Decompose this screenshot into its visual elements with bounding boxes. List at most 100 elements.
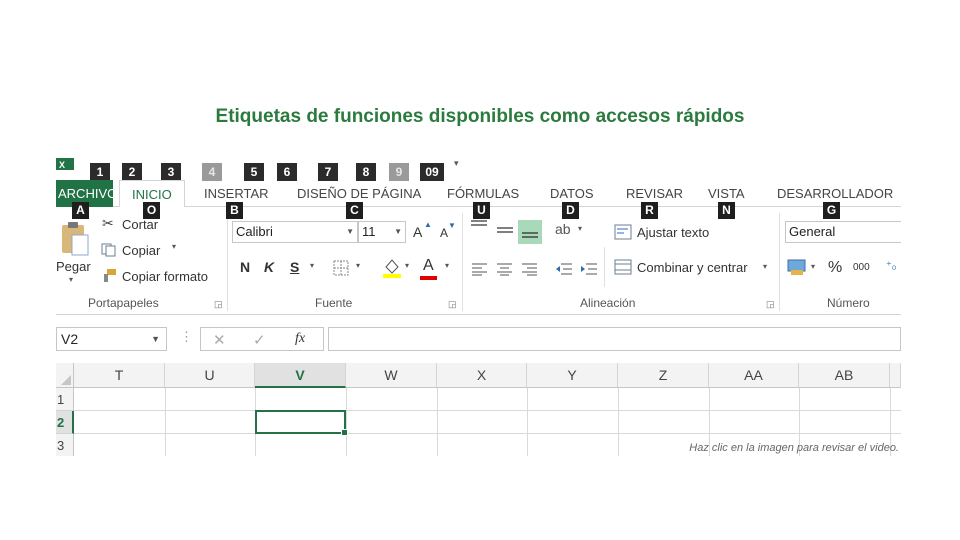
borders-dropdown-icon[interactable]: ▾: [356, 261, 360, 270]
column-header-x[interactable]: X: [437, 363, 527, 388]
qat-tag-3[interactable]: 3: [161, 163, 181, 181]
group-divider: [604, 247, 605, 287]
font-color-dropdown-icon[interactable]: ▾: [445, 261, 449, 270]
select-all-triangle-icon: [61, 375, 71, 385]
qat-tag-6[interactable]: 6: [277, 163, 297, 181]
font-size-select[interactable]: 11 ▼: [358, 221, 406, 243]
font-launcher-icon[interactable]: ◲: [448, 299, 457, 310]
chevron-down-icon: ▼: [151, 334, 160, 344]
font-color-button[interactable]: A: [423, 257, 434, 275]
italic-button[interactable]: K: [264, 259, 274, 275]
cancel-icon[interactable]: ✕: [213, 331, 226, 349]
excel-screenshot[interactable]: X 1 2 3 4 5 6 7 8 9 09 ▾ ARCHIVO INICIO …: [56, 156, 901, 456]
group-divider: [779, 213, 780, 311]
ribbon-inicio: Pegar ▾ ✂ Cortar Copiar ▾ Copiar formato…: [56, 207, 901, 315]
borders-icon[interactable]: [333, 260, 349, 276]
format-painter-icon[interactable]: [101, 268, 117, 283]
font-name-select[interactable]: Calibri ▼: [232, 221, 358, 243]
qat-tag-7[interactable]: 7: [318, 163, 338, 181]
merge-center-icon[interactable]: [614, 259, 632, 275]
qat-tag-2[interactable]: 2: [122, 163, 142, 181]
clipboard-group-label: Portapapeles: [88, 296, 159, 310]
fill-color-dropdown-icon[interactable]: ▾: [405, 261, 409, 270]
keytip-archivo: A: [72, 202, 89, 219]
gridline: [74, 410, 901, 411]
font-size-value: 11: [362, 224, 376, 239]
qat-tag-4[interactable]: 4: [202, 163, 222, 181]
qat-tag-5[interactable]: 5: [244, 163, 264, 181]
more-options-icon[interactable]: ⋮: [180, 329, 193, 345]
grow-arrow-icon: ▲: [424, 220, 432, 229]
orientation-icon[interactable]: ab: [555, 221, 571, 237]
column-header-z[interactable]: Z: [618, 363, 709, 388]
qat-tag-9[interactable]: 9: [389, 163, 409, 181]
fill-color-icon[interactable]: [382, 257, 402, 279]
clipboard-launcher-icon[interactable]: ◲: [214, 299, 223, 310]
align-left-icon[interactable]: [471, 262, 488, 276]
align-right-icon[interactable]: [521, 262, 538, 276]
merge-center-button[interactable]: Combinar y centrar: [637, 260, 748, 275]
column-header-v[interactable]: V: [255, 363, 346, 388]
column-header-ac[interactable]: [890, 363, 901, 388]
merge-dropdown-icon[interactable]: ▾: [763, 262, 767, 271]
column-header-t[interactable]: T: [74, 363, 165, 388]
insert-function-button[interactable]: fx: [295, 331, 305, 347]
currency-icon[interactable]: [787, 258, 807, 276]
name-box[interactable]: V2 ▼: [56, 327, 167, 351]
column-header-u[interactable]: U: [165, 363, 255, 388]
number-group-label: Número: [827, 296, 870, 310]
number-format-select[interactable]: General: [785, 221, 901, 243]
bold-button[interactable]: N: [240, 259, 250, 275]
gridline: [74, 433, 901, 434]
format-painter-button[interactable]: Copiar formato: [122, 269, 208, 284]
wrap-text-icon[interactable]: [614, 224, 632, 240]
column-header-w[interactable]: W: [346, 363, 437, 388]
paste-dropdown-icon[interactable]: ▾: [69, 275, 73, 284]
copy-dropdown-icon[interactable]: ▾: [172, 242, 176, 251]
qat-customize-icon[interactable]: ▾: [454, 158, 459, 169]
decrease-indent-icon[interactable]: [555, 262, 573, 276]
active-cell-v2[interactable]: [255, 410, 348, 436]
align-bottom-icon: [522, 232, 538, 238]
row-header-1[interactable]: 1: [56, 388, 74, 411]
increase-decimal-icon[interactable]: ⁺₀: [886, 259, 896, 272]
orientation-dropdown-icon[interactable]: ▾: [578, 224, 582, 233]
page-heading: Etiquetas de funciones disponibles como …: [215, 106, 745, 127]
underline-button[interactable]: S: [290, 259, 299, 275]
scissors-icon[interactable]: ✂: [102, 215, 114, 232]
grow-font-button[interactable]: A: [413, 224, 422, 240]
percent-button[interactable]: %: [828, 259, 842, 277]
thousands-button[interactable]: 000: [853, 262, 870, 273]
align-middle-icon[interactable]: [496, 225, 514, 237]
paste-icon[interactable]: [58, 221, 90, 257]
cut-button[interactable]: Cortar: [122, 217, 158, 232]
shrink-font-button[interactable]: A: [440, 226, 448, 240]
currency-dropdown-icon[interactable]: ▾: [811, 262, 815, 271]
keytip-formulas: U: [473, 202, 490, 219]
column-header-ab[interactable]: AB: [799, 363, 890, 388]
column-header-aa[interactable]: AA: [709, 363, 799, 388]
alignment-launcher-icon[interactable]: ◲: [766, 299, 775, 310]
column-header-y[interactable]: Y: [527, 363, 618, 388]
enter-check-icon[interactable]: ✓: [253, 331, 266, 349]
font-name-value: Calibri: [236, 224, 273, 239]
align-bottom-button[interactable]: [518, 220, 542, 244]
row-header-2[interactable]: 2: [56, 411, 74, 434]
paste-label[interactable]: Pegar: [56, 259, 91, 274]
align-top-icon[interactable]: [470, 219, 488, 231]
select-all-corner[interactable]: [56, 363, 74, 388]
underline-dropdown-icon[interactable]: ▾: [310, 261, 314, 270]
wrap-text-button[interactable]: Ajustar texto: [637, 225, 709, 240]
video-caption[interactable]: Haz clic en la imagen para revisar el vi…: [0, 442, 899, 454]
chevron-down-icon: ▼: [346, 227, 354, 236]
name-box-value: V2: [61, 331, 79, 347]
increase-indent-icon[interactable]: [580, 262, 598, 276]
formula-input[interactable]: [328, 327, 901, 351]
copy-icon[interactable]: [101, 243, 116, 257]
keytip-insertar: B: [226, 202, 243, 219]
qat-tag-09[interactable]: 09: [420, 163, 444, 181]
align-center-icon[interactable]: [496, 262, 513, 276]
copy-button[interactable]: Copiar: [122, 243, 160, 258]
qat-tag-1[interactable]: 1: [90, 163, 110, 181]
qat-tag-8[interactable]: 8: [356, 163, 376, 181]
